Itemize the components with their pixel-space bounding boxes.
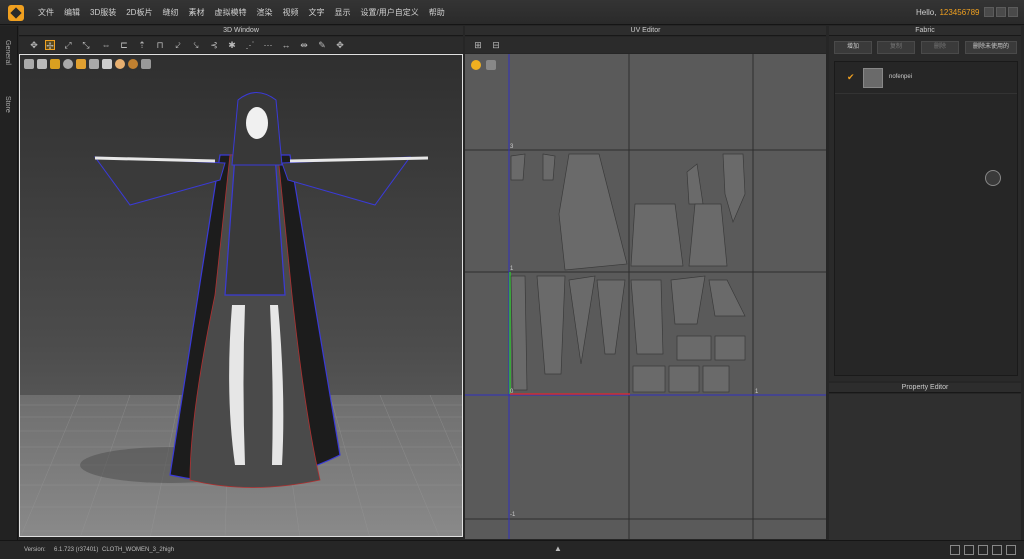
checkmark-icon: ✔ (847, 72, 855, 82)
fabric-copy-button[interactable]: 复制 (877, 41, 915, 54)
fabric-delete-button[interactable]: 删除 (921, 41, 959, 54)
menu-render[interactable]: 渲染 (256, 7, 272, 18)
menu-sewing[interactable]: 缝纫 (162, 7, 178, 18)
app-window: 文件 编辑 3D服装 2D板片 缝纫 素材 虚拟模特 渲染 视频 文字 显示 设… (0, 0, 1024, 559)
tab-store[interactable]: Store (4, 96, 11, 113)
viewport-3d[interactable] (19, 54, 463, 537)
fabric-panel: 增加 复制 删除 删除未使用的 ✔ nofenpei (829, 36, 1021, 381)
tab-general[interactable]: General (4, 40, 11, 65)
select-icon[interactable]: ✥ (29, 40, 39, 50)
viewport-scene (20, 92, 462, 536)
uv-editor-canvas[interactable]: 3 1 0 1 -1 (465, 54, 826, 539)
menu-materials[interactable]: 素材 (188, 7, 204, 18)
layout-2-icon[interactable] (964, 545, 974, 555)
toolbar-uv: ⊞ ⊟ (465, 37, 826, 53)
menu-2d-pattern[interactable]: 2D板片 (126, 7, 152, 18)
uv-grid-scene: 3 1 0 1 -1 (465, 54, 826, 539)
uv-label-3: 3 (510, 144, 514, 150)
file-name: CLOTH_WOMEN_3_2high (102, 547, 175, 553)
greeting-text: Hello, (916, 8, 937, 17)
arrange-icon[interactable]: ⇡ (137, 40, 147, 50)
menu-3d-garment[interactable]: 3D服装 (90, 7, 116, 18)
split-icon[interactable]: ⇹ (299, 40, 309, 50)
status-icons (946, 545, 1016, 555)
panel-title-fabric-label: Fabric (915, 27, 935, 34)
trace-icon[interactable]: ⤥ (191, 40, 201, 50)
fabric-list: ✔ nofenpei (834, 61, 1018, 376)
fabric-add-button[interactable]: 增加 (834, 41, 872, 54)
uv-label-1: 1 (510, 266, 514, 272)
toolbar-3d: ✥ ✢ ⤢ ⤡ ⇔ ⊏ ⇡ ⊓ ⤦ ⤥ ⊰ ✱ ⋰ ⋯ ↔ ⇹ ✎ ✥ (19, 37, 463, 53)
panel-title-fabric: Fabric (829, 26, 1021, 36)
username[interactable]: 123456789 (939, 8, 979, 17)
window-controls (982, 7, 1018, 17)
avatar-head (246, 107, 268, 139)
main-menu: 文件 编辑 3D服装 2D板片 缝纫 素材 虚拟模特 渲染 视频 文字 显示 设… (38, 0, 455, 25)
uv-label-u1: 1 (755, 389, 759, 395)
layout-3-icon[interactable] (978, 545, 988, 555)
layout-4-icon[interactable] (992, 545, 1002, 555)
pin-box-icon[interactable]: ⤡ (81, 40, 91, 50)
layout-1-icon[interactable] (950, 545, 960, 555)
tack-edit-icon[interactable]: ⤦ (173, 40, 183, 50)
brush-icon[interactable]: ✥ (335, 40, 345, 50)
measure-icon[interactable]: ⊏ (119, 40, 129, 50)
fabric-remove-unused-button[interactable]: 删除未使用的 (965, 41, 1017, 54)
gizmo-icon[interactable] (985, 170, 1001, 186)
restore-icon[interactable] (996, 7, 1006, 17)
menu-help[interactable]: 帮助 (429, 7, 445, 18)
bodice-shape (224, 154, 286, 296)
uv-label-minus1: -1 (510, 512, 516, 518)
uv-pattern-pieces (510, 153, 746, 393)
uv-select-icon[interactable]: ⊟ (491, 40, 501, 50)
panel-title-property-editor-label: Property Editor (901, 384, 949, 391)
outline-icon[interactable]: ⊰ (209, 40, 219, 50)
screenshot-icon[interactable] (1006, 545, 1016, 555)
elastic-icon[interactable]: ↔ (281, 40, 291, 50)
uv-transform-icon[interactable]: ⊞ (473, 40, 483, 50)
menu-settings[interactable]: 设置/用户自定义 (360, 7, 418, 18)
tack-icon[interactable]: ⊓ (155, 40, 165, 50)
fabric-list-item[interactable]: ✔ nofenpei (835, 64, 1017, 94)
app-logo-icon (8, 5, 24, 21)
fabric-swatch (863, 68, 883, 88)
menu-edit[interactable]: 编辑 (64, 7, 80, 18)
version-label: Version: (24, 547, 46, 553)
point-icon[interactable]: ✱ (227, 40, 237, 50)
left-tab-strip: General Store (0, 26, 18, 540)
panel-title-property-editor: Property Editor (829, 383, 1021, 393)
panel-title-uv-editor: UV Editor (465, 26, 826, 36)
menu-display[interactable]: 显示 (334, 7, 350, 18)
status-bar: Version: 6.1.723 (r37401) CLOTH_WOMEN_3_… (0, 540, 1024, 559)
fold-icon[interactable]: ⇔ (101, 40, 111, 50)
menu-bar: 文件 编辑 3D服装 2D板片 缝纫 素材 虚拟模特 渲染 视频 文字 显示 设… (0, 0, 1024, 25)
pin-icon[interactable]: ⤢ (63, 40, 73, 50)
dash-icon[interactable]: ⋯ (263, 40, 273, 50)
user-greeting: Hello, 123456789 (916, 8, 980, 17)
menu-video[interactable]: 视频 (282, 7, 298, 18)
panel-title-3d-window-label: 3D Window (223, 27, 259, 34)
panel-title-uv-editor-label: UV Editor (630, 27, 661, 34)
line-icon[interactable]: ⋰ (245, 40, 255, 50)
panel-title-3d-window: 3D Window (19, 26, 463, 36)
close-icon[interactable] (1008, 7, 1018, 17)
property-editor-panel (829, 394, 1021, 540)
menu-file[interactable]: 文件 (38, 7, 54, 18)
left-sleeve (93, 156, 226, 206)
minimize-icon[interactable] (984, 7, 994, 17)
right-sleeve (281, 156, 412, 206)
pen-icon[interactable]: ✎ (317, 40, 327, 50)
fabric-name: nofenpei (889, 74, 913, 80)
menu-text[interactable]: 文字 (308, 7, 324, 18)
move-icon[interactable]: ✢ (45, 40, 55, 51)
menu-avatar[interactable]: 虚拟模特 (214, 7, 246, 18)
version-value: 6.1.723 (r37401) (54, 547, 99, 553)
expand-up-icon[interactable]: ▲ (554, 544, 562, 553)
